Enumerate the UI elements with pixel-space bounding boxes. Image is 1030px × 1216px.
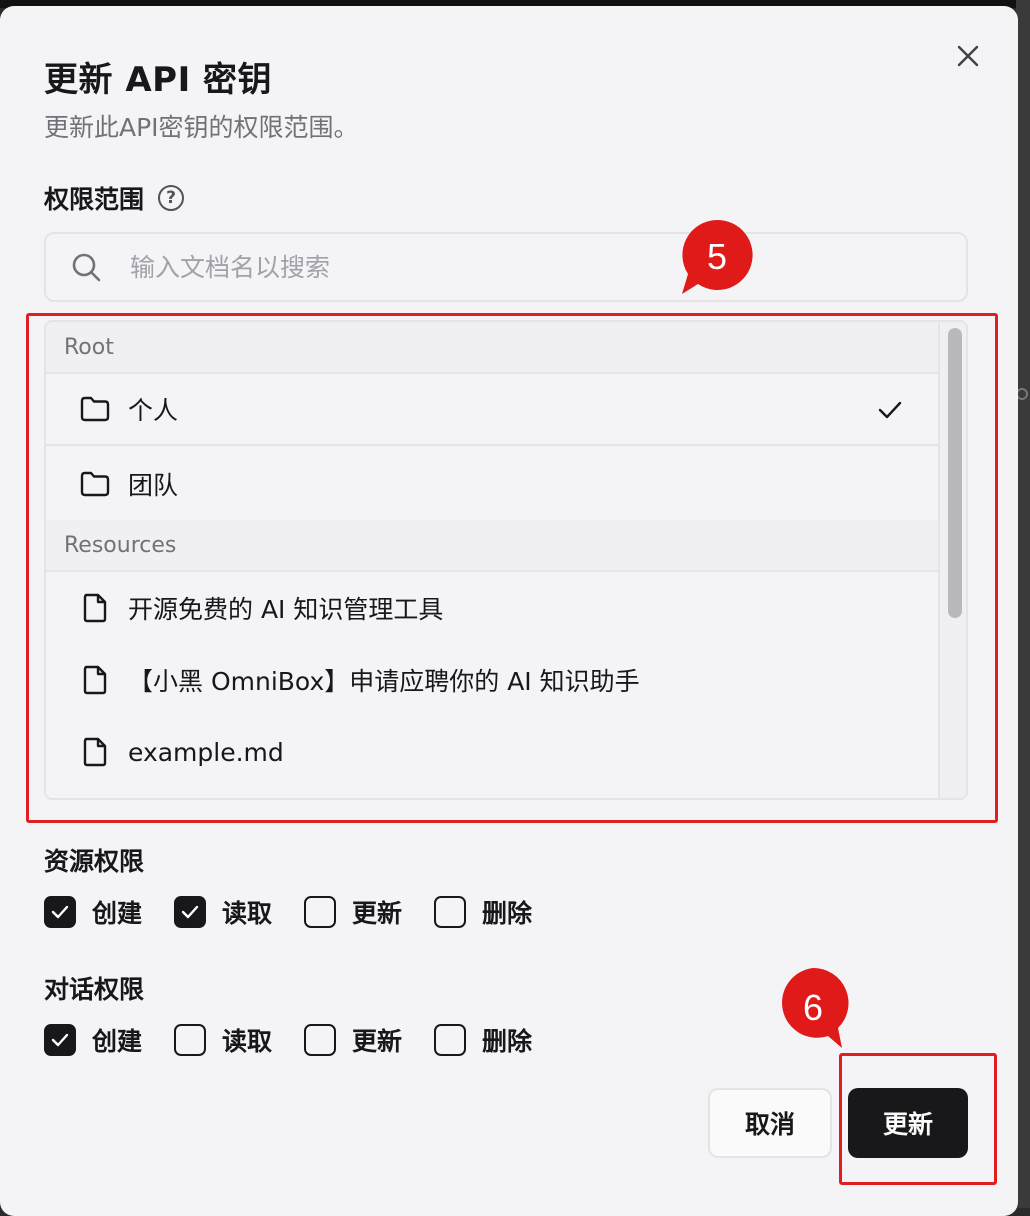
check-icon — [51, 1033, 69, 1047]
cancel-button[interactable]: 取消 — [708, 1088, 832, 1158]
checkbox-box[interactable] — [434, 896, 467, 928]
checkbox-box[interactable] — [304, 1024, 337, 1056]
checkbox-label: 读取 — [222, 1027, 273, 1056]
check-icon — [51, 905, 69, 919]
resource-permissions-options: 创建 读取 更新 删除 — [44, 894, 564, 930]
checkbox-label: 更新 — [352, 1027, 403, 1056]
close-icon — [957, 45, 979, 67]
checkbox-box[interactable] — [44, 1024, 76, 1056]
resource-create-checkbox[interactable]: 创建 — [44, 894, 150, 930]
step-6-badge: 6 — [776, 966, 850, 1050]
step-5-badge: 5 — [680, 218, 754, 296]
checkbox-label: 创建 — [92, 899, 143, 928]
scope-list-highlight — [26, 313, 998, 823]
dialog-subtitle: 更新此API密钥的权限范围。 — [44, 113, 359, 142]
chat-permissions-options: 创建 读取 更新 删除 — [44, 1022, 564, 1058]
checkbox-label: 删除 — [482, 899, 533, 928]
scope-section-label: 权限范围 ? — [44, 180, 185, 216]
checkbox-box[interactable] — [304, 896, 337, 928]
checkbox-box[interactable] — [174, 1024, 207, 1056]
checkbox-box[interactable] — [44, 896, 76, 928]
resource-read-checkbox[interactable]: 读取 — [174, 894, 280, 930]
step-6-label: 6 — [802, 987, 824, 1028]
resource-permissions-label: 资源权限 — [44, 847, 145, 876]
checkbox-label: 更新 — [352, 899, 403, 928]
checkbox-label: 创建 — [92, 1027, 143, 1056]
chat-delete-checkbox[interactable]: 删除 — [434, 1022, 540, 1058]
document-search-box — [44, 232, 968, 302]
step-5-label: 5 — [706, 236, 728, 277]
search-icon — [72, 253, 101, 282]
chat-permissions-label: 对话权限 — [44, 975, 145, 1004]
background-page-edge — [1016, 0, 1030, 1208]
checkbox-box[interactable] — [174, 896, 207, 928]
chat-read-checkbox[interactable]: 读取 — [174, 1022, 280, 1058]
chat-create-checkbox[interactable]: 创建 — [44, 1022, 150, 1058]
check-icon — [181, 905, 199, 919]
checkbox-box[interactable] — [434, 1024, 467, 1056]
scope-label-text: 权限范围 — [44, 185, 145, 214]
checkbox-label: 读取 — [222, 899, 273, 928]
dialog-title: 更新 API 密钥 — [44, 60, 273, 100]
checkbox-label: 删除 — [482, 1027, 533, 1056]
help-icon[interactable]: ? — [158, 185, 185, 211]
resource-delete-checkbox[interactable]: 删除 — [434, 894, 540, 930]
close-button[interactable] — [950, 38, 986, 74]
update-button-highlight — [839, 1053, 997, 1185]
resource-update-checkbox[interactable]: 更新 — [304, 894, 410, 930]
chat-update-checkbox[interactable]: 更新 — [304, 1022, 410, 1058]
